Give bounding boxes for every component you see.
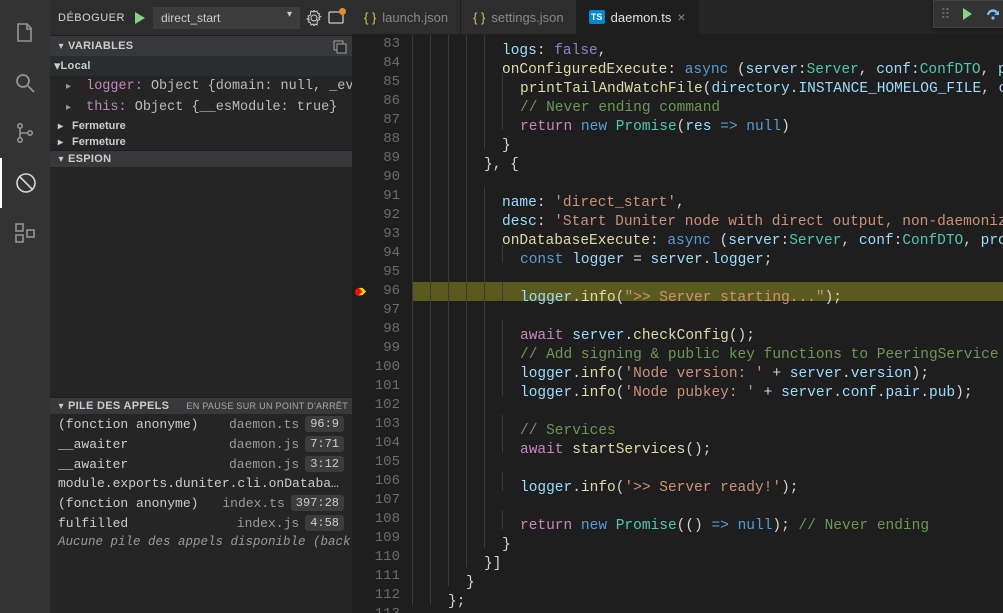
debugger-title: DÉBOGUER [58,12,125,24]
drag-handle[interactable]: ⠿ [940,6,948,23]
explorer-icon[interactable] [0,8,50,58]
section-variables[interactable]: ▾ VARIABLES [50,35,352,56]
line-numbers: 8384858687888990919293949596979899100101… [368,35,412,613]
callstack-body: (fonction anonyme) daemon.ts 96:9 __awai… [50,414,352,551]
stack-note: Aucune pile des appels disponible (backt… [50,533,352,551]
tab-bar: { } launch.json { } settings.json TS dae… [352,0,1003,35]
stack-frame[interactable]: fulfilled index.js 4:58 [50,513,352,533]
stack-frame[interactable]: __awaiter daemon.js 7:71 [50,434,352,454]
scope-local[interactable]: ▾ Local [50,56,352,76]
gear-icon[interactable] [306,10,322,26]
variable-row[interactable]: ▸ logger: Object {domain: null, _eve… [50,76,352,97]
debug-icon[interactable] [0,158,50,208]
launch-config-select[interactable]: direct_start [153,7,300,29]
section-callstack[interactable]: ▾ PILE DES APPELS EN PAUSE SUR UN POINT … [50,397,352,414]
debug-console-icon[interactable] [328,10,344,26]
watch-body[interactable] [50,167,352,397]
scope-closure[interactable]: ▸Fermeture [50,134,352,150]
step-over-button[interactable] [985,6,1001,22]
stack-frame[interactable]: __awaiter daemon.js 3:12 [50,454,352,474]
debug-header: DÉBOGUER direct_start [50,0,352,35]
stack-frame[interactable]: (fonction anonyme) index.ts 397:28 [50,493,352,513]
json-icon: { } [473,10,485,25]
stack-frame[interactable]: (fonction anonyme) daemon.ts 96:9 [50,414,352,434]
code-content[interactable]: logs: false, onConfiguredExecute: async … [412,35,1003,613]
stack-frame[interactable]: module.exports.duniter.cli.onDatabas… [50,474,352,493]
variable-row[interactable]: ▸ this: Object {__esModule: true} [50,97,352,118]
glyph-margin[interactable] [352,35,368,613]
editor-body[interactable]: 8384858687888990919293949596979899100101… [352,35,1003,613]
scope-closure[interactable]: ▸Fermeture [50,118,352,134]
tab-daemon-ts[interactable]: TS daemon.ts × [577,0,699,34]
tab-launch-json[interactable]: { } launch.json [352,0,461,34]
collapse-all-icon[interactable] [332,38,348,54]
debug-toolbar: ⠿ [933,0,1003,28]
editor-area: { } launch.json { } settings.json TS dae… [352,0,1003,613]
activity-bar [0,0,50,613]
close-icon[interactable]: × [677,10,685,24]
json-icon: { } [364,10,376,25]
start-debug-button[interactable] [131,10,147,26]
search-icon[interactable] [0,58,50,108]
current-line-arrow [355,282,369,301]
tab-settings-json[interactable]: { } settings.json [461,0,577,34]
git-icon[interactable] [0,108,50,158]
section-watch[interactable]: ▾ ESPION [50,150,352,167]
extensions-icon[interactable] [0,208,50,258]
continue-button[interactable] [959,6,975,22]
debug-side-panel: DÉBOGUER direct_start ▾ VARIABLES [50,0,352,613]
ts-icon: TS [589,10,605,24]
